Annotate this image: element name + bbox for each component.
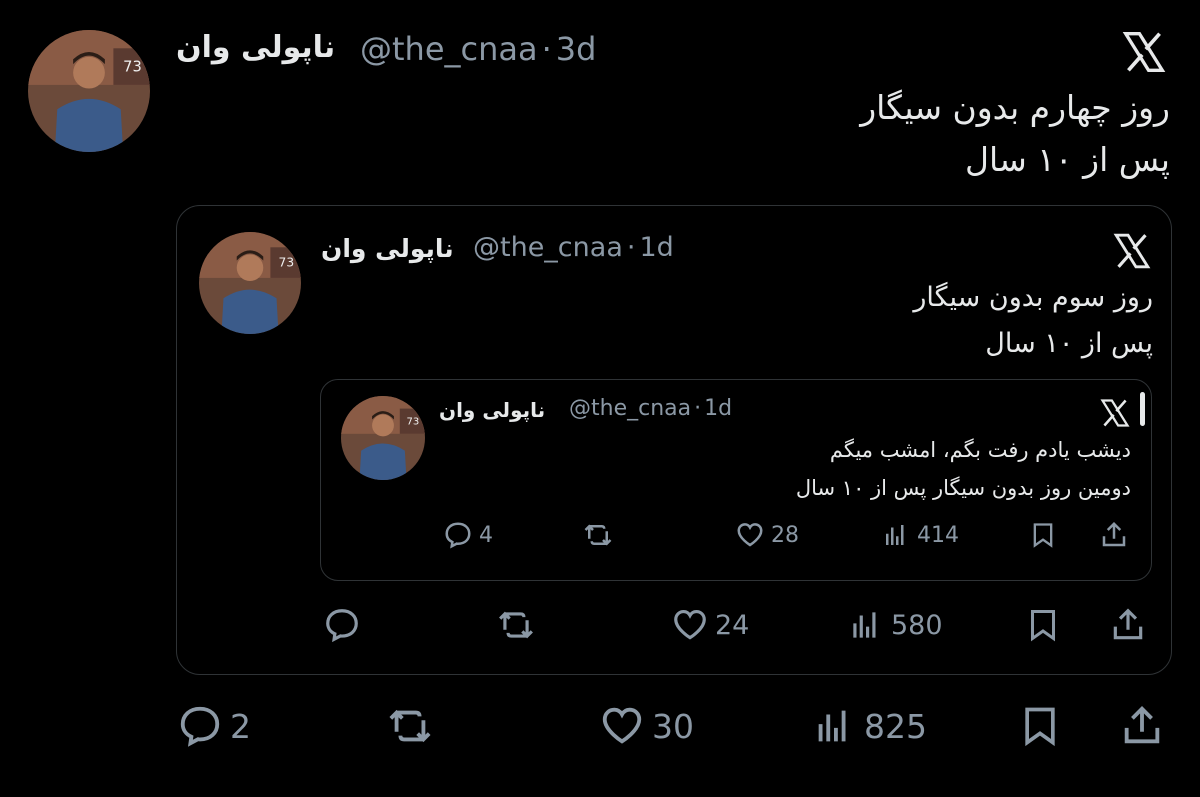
- scrollbar[interactable]: [1140, 392, 1145, 426]
- repost-icon: [499, 611, 533, 639]
- share-button[interactable]: [1109, 606, 1147, 644]
- views-icon: [853, 612, 876, 638]
- share-icon: [1124, 706, 1160, 744]
- timestamp: 1d: [704, 396, 733, 421]
- avatar-badge: 73: [123, 58, 142, 75]
- author-handle[interactable]: @the_cnaa · 1d: [473, 232, 674, 263]
- like-icon: [737, 523, 763, 547]
- views-count: 825: [864, 706, 927, 746]
- tweet-text-line-2: دومین روز بدون سیگار پس از ۱۰ سال: [795, 476, 1131, 500]
- views-count: 580: [891, 609, 943, 641]
- tweet-text-line-2: پس از ۱۰ سال: [965, 140, 1170, 179]
- bookmark-button[interactable]: [1025, 606, 1061, 644]
- tweet-text-line-2: پس از ۱۰ سال: [985, 328, 1153, 359]
- timestamp: 3d: [555, 30, 597, 68]
- reply-button[interactable]: 2: [176, 703, 251, 749]
- like-count: 28: [771, 522, 799, 548]
- bookmark-icon: [1031, 610, 1055, 642]
- like-button[interactable]: 24: [671, 606, 749, 644]
- quoted-tweet-card[interactable]: 73 ناپولی وان @the_cnaa · 1d روز سوم بدون …: [176, 205, 1172, 675]
- views-icon: [818, 710, 846, 742]
- x-logo-icon: [1100, 399, 1130, 427]
- repost-button[interactable]: [583, 520, 619, 550]
- like-button[interactable]: 30: [598, 703, 694, 749]
- avatar-badge: 73: [407, 417, 420, 428]
- repost-icon: [584, 524, 612, 546]
- repost-icon: [389, 709, 431, 743]
- bookmark-button[interactable]: [1018, 703, 1062, 749]
- avatar-photo: 73: [199, 232, 301, 334]
- views-button[interactable]: 580: [847, 606, 943, 644]
- bookmark-button[interactable]: [1029, 520, 1057, 550]
- avatar[interactable]: 73: [341, 396, 425, 480]
- bookmark-icon: [1025, 707, 1055, 747]
- nested-quoted-tweet-card[interactable]: 73 ناپولی وان @the_cnaa · 1d دیشب یادم رفت…: [320, 379, 1152, 581]
- x-logo-icon: [1122, 32, 1166, 72]
- reply-button[interactable]: [323, 606, 367, 644]
- bookmark-icon: [1033, 523, 1053, 548]
- author-handle[interactable]: @the_cnaa · 1d: [569, 396, 732, 421]
- handle-text: @the_cnaa: [569, 396, 692, 421]
- handle-text: @the_cnaa: [360, 30, 538, 68]
- reply-icon: [180, 706, 220, 747]
- like-icon: [674, 609, 706, 640]
- timestamp: 1d: [639, 232, 674, 263]
- reply-icon: [445, 522, 471, 549]
- views-count: 414: [917, 522, 959, 548]
- share-icon: [1113, 608, 1143, 640]
- author-name[interactable]: ناپولی وان: [439, 398, 545, 422]
- views-button[interactable]: 414: [881, 520, 959, 550]
- handle-text: @the_cnaa: [473, 232, 623, 263]
- views-button[interactable]: 825: [810, 703, 927, 749]
- avatar-photo: 73: [341, 396, 425, 480]
- avatar[interactable]: 73: [28, 30, 150, 152]
- tweet-text-line-1: دیشب یادم رفت بگم، امشب میگم: [829, 438, 1131, 462]
- author-handle[interactable]: @the_cnaa · 3d: [360, 30, 596, 68]
- reply-icon: [326, 609, 358, 643]
- avatar[interactable]: 73: [199, 232, 301, 334]
- repost-button[interactable]: [386, 703, 440, 749]
- like-count: 24: [715, 609, 750, 641]
- separator: ·: [694, 396, 702, 421]
- repost-button[interactable]: [497, 606, 541, 644]
- author-name[interactable]: ناپولی وان: [176, 30, 335, 65]
- separator: ·: [626, 232, 636, 263]
- reply-count: 2: [230, 706, 251, 746]
- reply-count: 4: [479, 522, 493, 548]
- like-icon: [602, 707, 642, 744]
- like-button[interactable]: 28: [735, 520, 799, 550]
- share-button[interactable]: [1118, 703, 1166, 749]
- reply-button[interactable]: 4: [443, 520, 493, 550]
- separator: ·: [541, 30, 552, 68]
- avatar-badge: 73: [279, 256, 295, 270]
- author-name[interactable]: ناپولی وان: [321, 234, 454, 263]
- share-button[interactable]: [1099, 520, 1129, 550]
- views-icon: [886, 525, 904, 545]
- avatar-photo: 73: [28, 30, 150, 152]
- tweet-text-line-1: روز سوم بدون سیگار: [913, 282, 1153, 313]
- share-icon: [1102, 521, 1126, 547]
- tweet-text-line-1: روز چهارم بدون سیگار: [860, 88, 1170, 127]
- like-count: 30: [652, 706, 694, 746]
- x-logo-icon: [1113, 233, 1151, 269]
